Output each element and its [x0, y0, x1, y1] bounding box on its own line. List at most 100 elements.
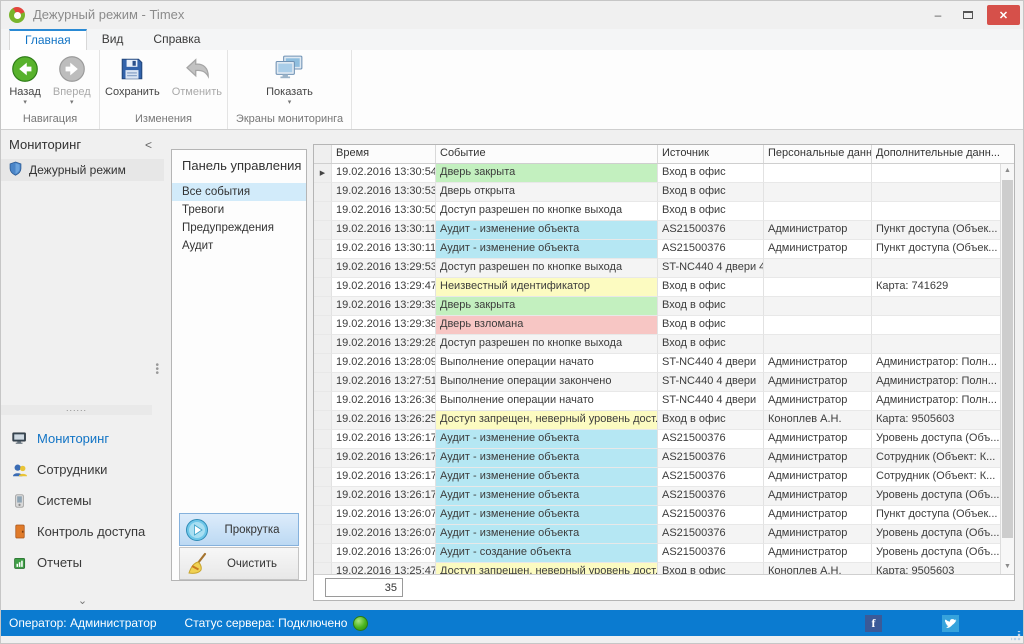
back-arrow-icon — [10, 54, 40, 84]
table-row[interactable]: 19.02.2016 13:30:11 Аудит - изменение объ… — [314, 240, 1000, 259]
column-header-source[interactable]: Источник — [658, 145, 764, 163]
cell-extra: Администратор: Полн... — [872, 354, 1000, 373]
row-select-marker — [314, 430, 332, 449]
sidebar-item-monitoring[interactable]: Мониторинг — [1, 423, 164, 454]
clear-button[interactable]: Очистить — [179, 547, 299, 580]
tab-spravka[interactable]: Справка — [138, 29, 215, 50]
table-row[interactable]: 19.02.2016 13:28:09 Выполнение операции н… — [314, 354, 1000, 373]
ribbon-group-label: Навигация — [22, 113, 78, 125]
facebook-icon[interactable]: f — [865, 615, 882, 632]
filter-audit[interactable]: Аудит — [172, 237, 306, 255]
cell-event: Аудит - изменение объекта — [436, 506, 658, 525]
table-row[interactable]: 19.02.2016 13:26:07 Аудит - создание объе… — [314, 544, 1000, 563]
table-row[interactable]: 19.02.2016 13:29:53 Доступ разрешен по кн… — [314, 259, 1000, 278]
column-header-personal-data[interactable]: Персональные данн... — [764, 145, 872, 163]
column-header-time[interactable]: Время — [332, 145, 436, 163]
collapse-sidebar-icon[interactable]: < — [145, 138, 152, 152]
undo-button[interactable]: Отменить — [172, 54, 222, 98]
scroll-toggle-button[interactable]: Прокрутка — [179, 513, 299, 546]
table-row[interactable]: 19.02.2016 13:30:11 Аудит - изменение объ… — [314, 221, 1000, 240]
cell-event: Аудит - изменение объекта — [436, 240, 658, 259]
table-row[interactable]: 19.02.2016 13:29:28 Доступ разрешен по кн… — [314, 335, 1000, 354]
table-row[interactable]: 19.02.2016 13:27:51 Выполнение операции з… — [314, 373, 1000, 392]
row-select-marker — [314, 449, 332, 468]
scroll-up-icon[interactable]: ▲ — [1001, 164, 1014, 178]
table-row[interactable]: 19.02.2016 13:25:47 Доступ запрещен, неве… — [314, 563, 1000, 574]
back-button[interactable]: Назад ▾ — [9, 54, 41, 106]
cell-event: Дверь открыта — [436, 183, 658, 202]
twitter-icon[interactable] — [942, 615, 959, 632]
back-dropdown-arrow[interactable]: ▾ — [23, 99, 27, 106]
minimize-button[interactable]: – — [925, 5, 951, 25]
sidebar-item-duty-mode[interactable]: Дежурный режим — [1, 159, 164, 181]
table-row[interactable]: 19.02.2016 13:26:36 Выполнение операции н… — [314, 392, 1000, 411]
sidebar-nav: Мониторинг Сотрудники Системы Контроль д… — [1, 423, 164, 578]
show-button-label: Показать — [266, 86, 313, 98]
cell-extra: Администратор: Полн... — [872, 373, 1000, 392]
filter-all-events[interactable]: Все события — [172, 183, 306, 201]
forward-button-label: Вперед — [52, 86, 91, 98]
table-row[interactable]: 19.02.2016 13:26:17 Аудит - изменение объ… — [314, 449, 1000, 468]
sidebar-header: Мониторинг < — [1, 131, 164, 156]
column-header-marker — [314, 145, 332, 163]
table-row[interactable]: 19.02.2016 13:29:47 Неизвестный идентифик… — [314, 278, 1000, 297]
cell-event: Доступ запрещен, неверный уровень дост..… — [436, 563, 658, 574]
sidebar-item-employees[interactable]: Сотрудники — [1, 454, 164, 485]
maximize-button[interactable] — [955, 5, 981, 25]
column-header-event[interactable]: Событие — [436, 145, 658, 163]
cell-source: AS21500376 — [658, 544, 764, 563]
filter-alarms[interactable]: Тревоги — [172, 201, 306, 219]
table-row[interactable]: 19.02.2016 13:29:38 Дверь взломана Вход в … — [314, 316, 1000, 335]
table-row[interactable]: 19.02.2016 13:30:53 Дверь открыта Вход в о… — [314, 183, 1000, 202]
horizontal-splitter-handle[interactable]: ...... — [1, 404, 152, 415]
nav-overflow-chevron-icon[interactable]: ⌄ — [1, 594, 164, 607]
table-row[interactable]: 19.02.2016 13:26:07 Аудит - изменение объ… — [314, 506, 1000, 525]
show-dropdown-arrow[interactable]: ▾ — [288, 99, 292, 106]
cell-event: Дверь взломана — [436, 316, 658, 335]
sidebar-item-systems[interactable]: Системы — [1, 485, 164, 516]
row-select-marker — [314, 297, 332, 316]
table-row[interactable]: ▶ 19.02.2016 13:30:54 Дверь закрыта Вход в … — [314, 164, 1000, 183]
filter-warnings[interactable]: Предупреждения — [172, 219, 306, 237]
status-bar: Оператор: Администратор Статус сервера: … — [1, 610, 1023, 636]
sidebar-item-access-control[interactable]: Контроль доступа — [1, 516, 164, 547]
cell-source: AS21500376 — [658, 487, 764, 506]
resize-grip[interactable] — [1011, 631, 1021, 641]
table-row[interactable]: 19.02.2016 13:26:25 Доступ запрещен, неве… — [314, 411, 1000, 430]
table-row[interactable]: 19.02.2016 13:26:07 Аудит - изменение объ… — [314, 525, 1000, 544]
cell-extra: Администратор: Полн... — [872, 392, 1000, 411]
forward-button[interactable]: Вперед ▾ — [53, 54, 91, 106]
save-button[interactable]: Сохранить — [105, 54, 160, 98]
close-button[interactable]: ✕ — [987, 5, 1020, 25]
cell-extra: Карта: 9505603 — [872, 411, 1000, 430]
vertical-scrollbar[interactable]: ▲ ▼ — [1000, 164, 1014, 574]
cell-person — [764, 202, 872, 221]
nav-item-label: Контроль доступа — [37, 524, 146, 539]
cell-time: 19.02.2016 13:25:47 — [332, 563, 436, 574]
undo-button-label: Отменить — [171, 86, 222, 98]
tab-vid[interactable]: Вид — [87, 29, 139, 50]
table-row[interactable]: 19.02.2016 13:26:17 Аудит - изменение объ… — [314, 430, 1000, 449]
show-button[interactable]: Показать ▾ — [266, 54, 313, 106]
table-row[interactable]: 19.02.2016 13:26:17 Аудит - изменение объ… — [314, 468, 1000, 487]
control-panel: Панель управления Все события Тревоги Пр… — [171, 149, 307, 581]
cell-extra: Карта: 741629 — [872, 278, 1000, 297]
table-row[interactable]: 19.02.2016 13:29:39 Дверь закрыта Вход в о… — [314, 297, 1000, 316]
cell-event: Выполнение операции начато — [436, 392, 658, 411]
table-row[interactable]: 19.02.2016 13:30:50 Доступ разрешен по кн… — [314, 202, 1000, 221]
column-header-additional-data[interactable]: Дополнительные данн... — [872, 145, 1014, 163]
table-row[interactable]: 19.02.2016 13:26:17 Аудит - изменение объ… — [314, 487, 1000, 506]
scroll-down-icon[interactable]: ▼ — [1001, 560, 1014, 574]
cell-person — [764, 183, 872, 202]
cell-source: AS21500376 — [658, 240, 764, 259]
sidebar-item-reports[interactable]: Отчеты — [1, 547, 164, 578]
cell-event: Аудит - изменение объекта — [436, 221, 658, 240]
scrollbar-thumb[interactable] — [1002, 180, 1013, 538]
tab-glavnaya[interactable]: Главная — [9, 29, 87, 50]
cell-event: Доступ разрешен по кнопке выхода — [436, 259, 658, 278]
forward-dropdown-arrow[interactable]: ▾ — [70, 99, 74, 106]
vertical-splitter-handle[interactable]: • • • — [155, 361, 159, 379]
ribbon-group-label: Экраны мониторинга — [235, 113, 344, 125]
cell-extra — [872, 335, 1000, 354]
event-count-field[interactable] — [325, 578, 403, 597]
